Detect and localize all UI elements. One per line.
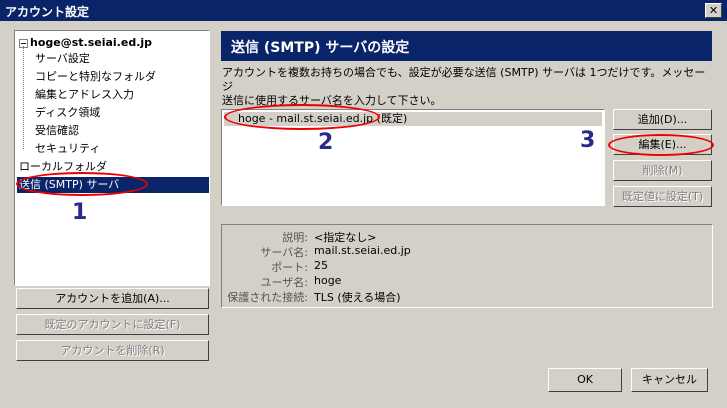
server-name-label: サーバ名: [260, 246, 308, 259]
cancel-button[interactable]: キャンセル [631, 368, 708, 392]
server-details: 説明: <指定なし> サーバ名: mail.st.seiai.ed.jp ポート… [221, 224, 713, 308]
description-line: アカウントを複数お持ちの場合でも、設定が必要な送信 (SMTP) サーバは 1つ… [222, 66, 706, 93]
delete-account-button[interactable]: アカウントを削除(R) [16, 340, 209, 361]
add-account-button[interactable]: アカウントを追加(A)... [16, 288, 209, 309]
tree-item-security[interactable]: セキュリティ [35, 141, 100, 157]
description-label: 説明: [282, 231, 308, 244]
account-name: hoge@st.seiai.ed.jp [30, 36, 153, 49]
annotation-number-three: 3 [580, 128, 596, 153]
ok-button[interactable]: OK [548, 368, 622, 392]
annotation-number-two: 2 [318, 130, 334, 155]
annotation-ellipse-smtp [16, 172, 148, 196]
page-title: 送信 (SMTP) サーバの設定 [221, 31, 712, 61]
tree-item-server-settings[interactable]: サーバ設定 [35, 51, 90, 67]
tree-item-disk-space[interactable]: ディスク領域 [35, 105, 100, 121]
set-default-server-button[interactable]: 既定値に設定(T) [613, 186, 712, 207]
secure-connection-value: TLS (使える場合) [314, 291, 401, 304]
username-label: ユーザ名: [260, 276, 309, 289]
annotation-ellipse-edit [608, 134, 714, 156]
annotation-number-one: 1 [72, 200, 88, 225]
add-server-button[interactable]: 追加(D)... [613, 109, 712, 130]
window-title: アカウント設定 [5, 5, 90, 19]
tree-item-account[interactable]: − hoge@st.seiai.ed.jp [19, 35, 152, 51]
tree-item-composition[interactable]: 編集とアドレス入力 [35, 87, 134, 103]
tree-item-return-receipts[interactable]: 受信確認 [35, 123, 79, 139]
port-value: 25 [314, 259, 328, 272]
port-label: ポート: [271, 261, 308, 274]
delete-server-button[interactable]: 削除(M) [613, 160, 712, 181]
tree-item-copies-folders[interactable]: コピーと特別なフォルダ [35, 69, 156, 85]
annotation-ellipse-server [224, 104, 380, 130]
account-tree[interactable]: − hoge@st.seiai.ed.jp サーバ設定 コピーと特別なフォルダ 編… [14, 30, 210, 286]
set-default-account-button[interactable]: 既定のアカウントに設定(F) [16, 314, 209, 335]
secure-connection-label: 保護された接続: [227, 291, 308, 304]
tree-connector [23, 46, 24, 149]
panel-description: アカウントを複数お持ちの場合でも、設定が必要な送信 (SMTP) サーバは 1つ… [222, 66, 710, 108]
close-button[interactable]: ✕ [705, 3, 722, 18]
title-bar: アカウント設定 ✕ [0, 0, 727, 21]
username-value: hoge [314, 274, 342, 287]
server-name-value: mail.st.seiai.ed.jp [314, 244, 411, 257]
description-value: <指定なし> [314, 231, 377, 244]
